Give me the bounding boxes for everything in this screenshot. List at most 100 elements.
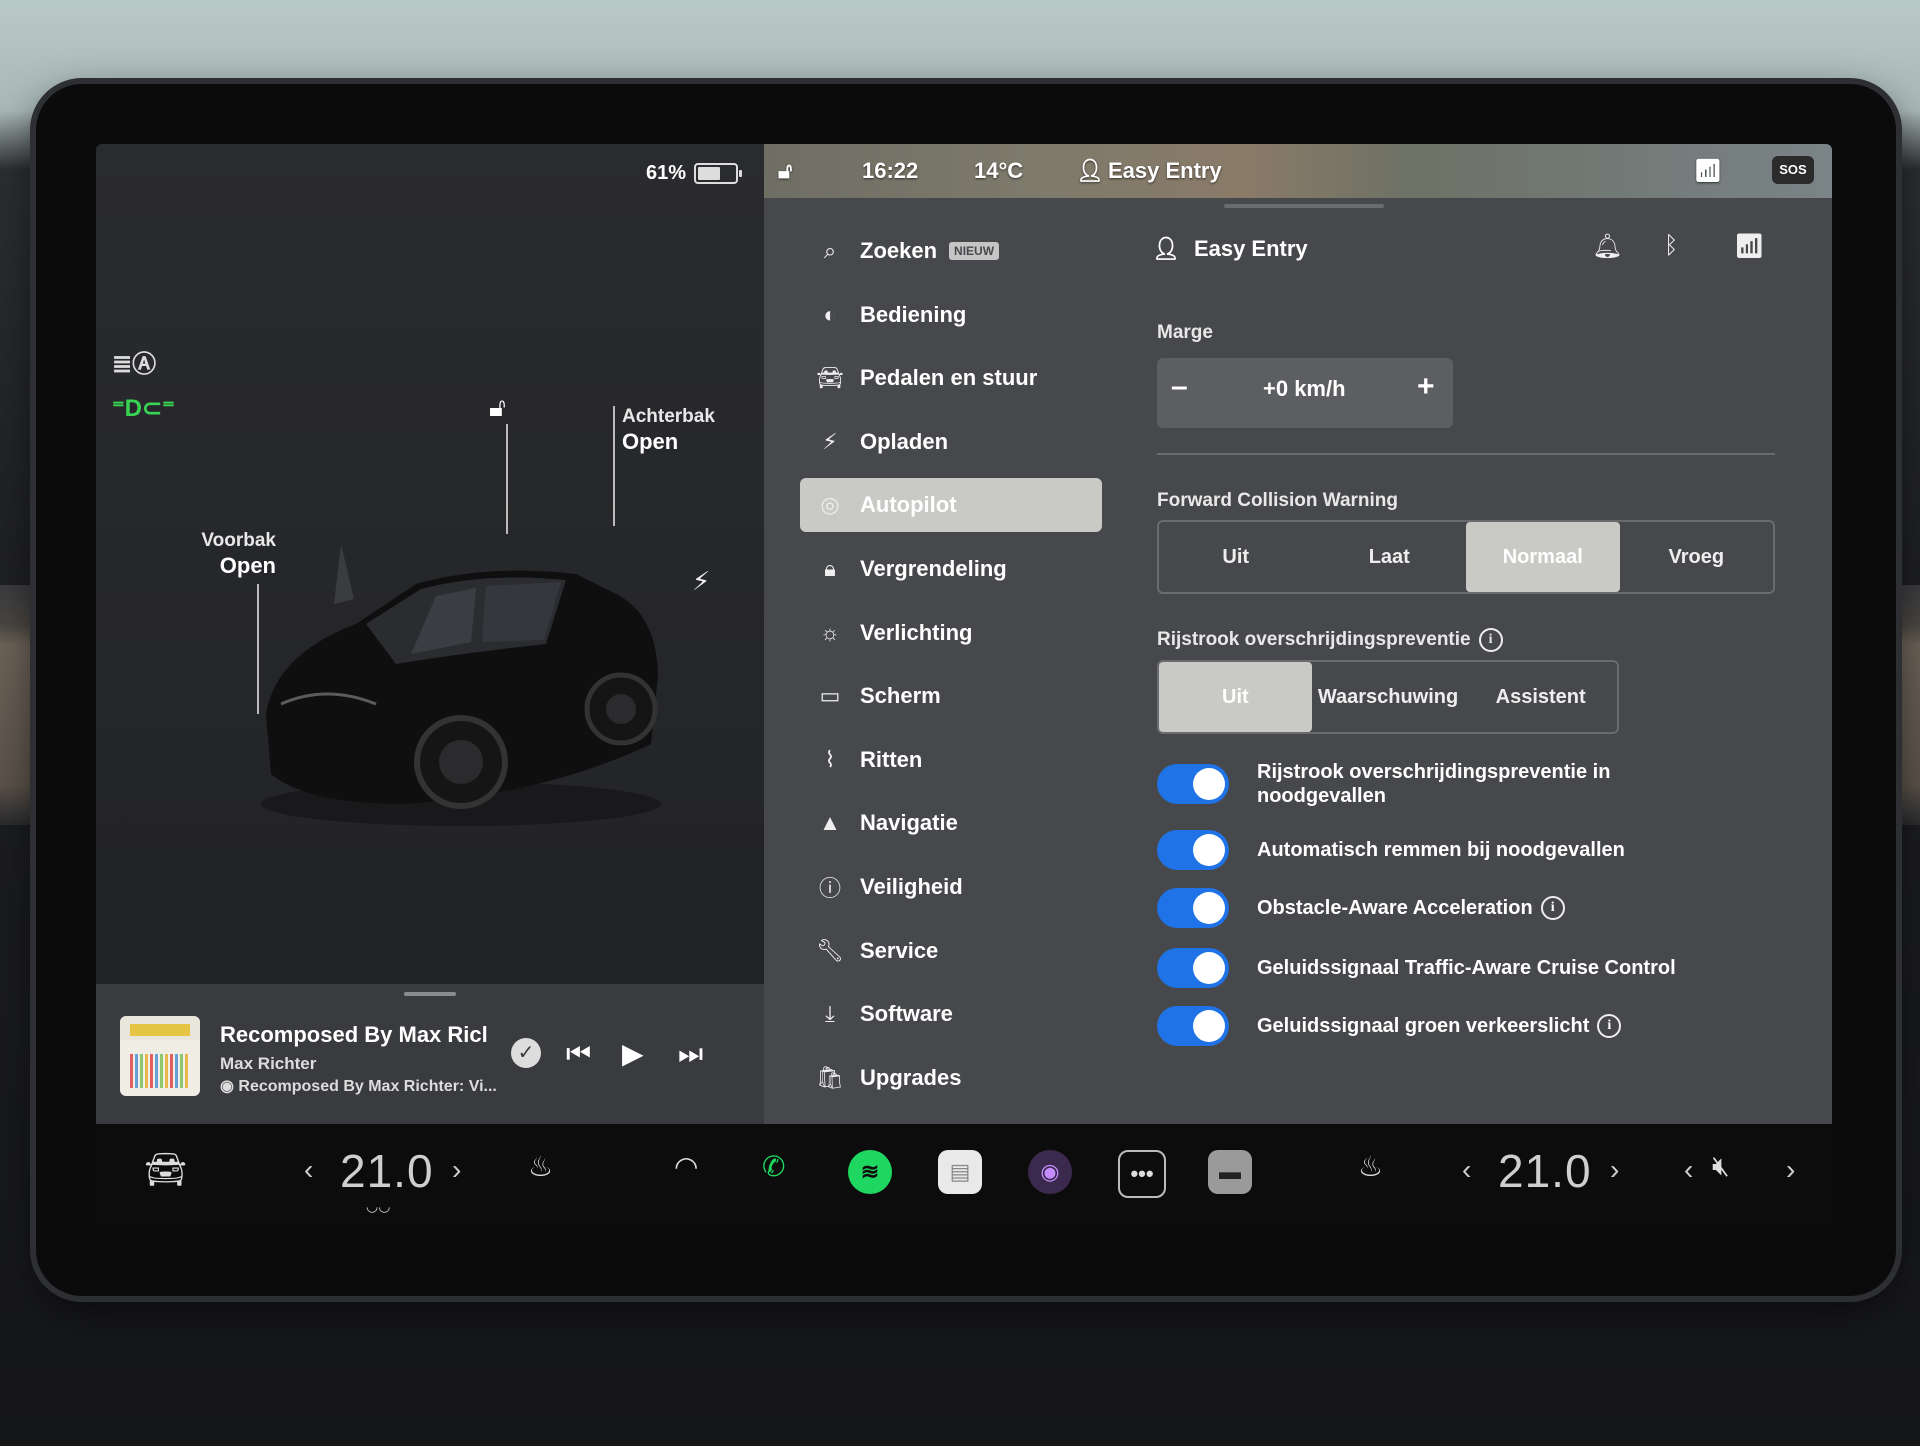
wiper-icon[interactable]: ◠ — [674, 1150, 698, 1183]
toggle-switch[interactable] — [1157, 764, 1229, 804]
more-apps-icon[interactable]: ••• — [1118, 1150, 1166, 1198]
car-icon: 🚘︎ — [816, 365, 844, 391]
bottom-dock: 🚘︎ ‹ 21.0 › ◡◡ ♨︎ ◠ ✆ ≋ ▤ ◉ ••• ▬ ♨︎ ‹ 2… — [96, 1124, 1832, 1224]
profile-icon[interactable]: 👤︎ — [1076, 158, 1104, 184]
track-source-text: Recomposed By Max Richter: Vi... — [238, 1078, 497, 1095]
dashcam-app-icon[interactable]: ▬ — [1208, 1150, 1252, 1194]
mute-icon[interactable]: 🔇︎ — [1712, 1150, 1730, 1183]
wifi-settings-icon[interactable]: 📶︎ — [1734, 232, 1764, 261]
info-icon[interactable]: i — [1478, 628, 1503, 652]
toggle-row: Geluidssignaal Traffic-Aware Cruise Cont… — [1157, 948, 1777, 988]
bag-icon: 🛍︎ — [816, 1064, 844, 1090]
menu-item-pedalen-en-stuur[interactable]: 🚘︎ Pedalen en stuur — [800, 351, 1102, 405]
toggle-label: Geluidssignaal groen verkeerslicht i — [1257, 1014, 1622, 1039]
volume-up-button[interactable]: › — [1786, 1154, 1795, 1186]
fcw-option-vroeg[interactable]: Vroeg — [1620, 522, 1774, 592]
car-icon[interactable]: 🚘︎ — [144, 1150, 187, 1190]
lane-departure-option-uit[interactable]: Uit — [1159, 662, 1312, 732]
toggle-label-text: Geluidssignaal groen verkeerslicht — [1257, 1014, 1590, 1037]
toggle-switch[interactable] — [1157, 1006, 1229, 1046]
seat-heater-right-icon[interactable]: ♨︎ — [1358, 1150, 1383, 1183]
menu-item-label: Veiligheid — [860, 874, 963, 899]
panel-profile[interactable]: 👤︎ Easy Entry — [1152, 236, 1308, 262]
panel-profile-name: Easy Entry — [1193, 236, 1308, 261]
seat-heater-left-icon[interactable]: ♨︎ — [528, 1150, 553, 1183]
car-model-image[interactable] — [246, 504, 676, 834]
menu-item-service[interactable]: 🔧︎ Service — [800, 924, 1102, 978]
temp-right-up-button[interactable]: › — [1610, 1154, 1619, 1186]
leader-line — [613, 406, 615, 526]
panel-drag-handle[interactable] — [1224, 204, 1384, 208]
menu-item-autopilot[interactable]: ◎ Autopilot — [800, 478, 1102, 533]
bluetooth-icon[interactable]: ᛒ — [1664, 232, 1678, 260]
increase-button[interactable]: + — [1417, 370, 1435, 404]
sos-button[interactable]: SOS — [1772, 156, 1814, 184]
decrease-button[interactable]: – — [1171, 370, 1188, 404]
info-icon[interactable]: i — [1597, 1014, 1622, 1039]
car-status-pane: 61% ≣Ⓐ ⁼D⊂⁼ 🔓︎ Voorbak Open Achterbak Op… — [96, 144, 764, 984]
toggle-label: Geluidssignaal Traffic-Aware Cruise Cont… — [1257, 956, 1676, 980]
speed-offset-stepper[interactable]: – +0 km/h + — [1157, 358, 1453, 428]
next-track-icon[interactable]: ⏭︎ — [678, 1040, 703, 1068]
play-icon[interactable]: ▶︎ — [622, 1040, 644, 1068]
previous-track-icon[interactable]: ⏮︎ — [566, 1040, 591, 1068]
driver-profile-button[interactable]: Easy Entry — [1108, 158, 1222, 184]
unlock-icon[interactable]: 🔓︎ — [489, 392, 506, 424]
download-icon: ⤓ — [825, 1001, 835, 1027]
menu-item-ritten[interactable]: ⌇ Ritten — [800, 733, 1102, 787]
sun-icon: ☼ — [819, 619, 841, 645]
spotify-icon[interactable]: ≋ — [848, 1150, 892, 1194]
navigation-icon: ▲ — [819, 810, 841, 836]
auto-headlights-icon[interactable]: ≣Ⓐ — [112, 344, 156, 379]
lane-departure-label-text: Rijstrook overschrijdingspreventie — [1157, 629, 1471, 651]
battery-icon — [694, 163, 743, 184]
fcw-option-laat[interactable]: Laat — [1313, 522, 1467, 592]
passenger-temperature: 21.0 — [1498, 1145, 1592, 1197]
temp-left-down-button[interactable]: ‹ — [304, 1154, 313, 1186]
menu-item-upgrades[interactable]: 🛍︎ Upgrades — [800, 1051, 1102, 1105]
menu-item-label: Zoeken — [860, 238, 938, 263]
menu-item-bediening[interactable]: ◐ Bediening — [800, 288, 1102, 342]
menu-item-vergrendeling[interactable]: 🔒︎ Vergrendeling — [800, 542, 1102, 596]
lane-departure-option-waarschuwing[interactable]: Waarschuwing — [1312, 662, 1465, 732]
toggle-switch[interactable] — [1157, 948, 1229, 988]
parking-lights-icon[interactable]: ⁼D⊂⁼ — [112, 394, 175, 423]
menu-item-verlichting[interactable]: ☼ Verlichting — [800, 606, 1102, 660]
lane-departure-segmented-control[interactable]: Uit Waarschuwing Assistent — [1157, 660, 1619, 734]
like-check-icon[interactable]: ✓ — [511, 1038, 541, 1068]
temp-left-up-button[interactable]: › — [452, 1154, 461, 1186]
defrost-small-icon: ◡◡ — [366, 1198, 391, 1214]
menu-item-label: Service — [860, 937, 939, 963]
fcw-option-uit[interactable]: Uit — [1159, 522, 1313, 592]
fcw-segmented-control[interactable]: Uit Laat Normaal Vroeg — [1157, 520, 1775, 594]
phone-icon[interactable]: ✆ — [762, 1150, 785, 1183]
bell-icon[interactable]: 🔔︎ — [1592, 232, 1622, 261]
menu-item-scherm[interactable]: ▭ Scherm — [800, 669, 1102, 723]
driver-temperature: 21.0 — [340, 1145, 434, 1197]
info-icon[interactable]: i — [1540, 896, 1565, 921]
media-drag-handle[interactable] — [404, 992, 456, 996]
toggle-label: Automatisch remmen bij noodgevallen — [1257, 838, 1625, 862]
toggle-switch[interactable] — [1157, 888, 1229, 928]
notes-app-icon[interactable]: ▤ — [938, 1150, 982, 1194]
menu-item-label: Autopilot — [860, 492, 957, 518]
menu-item-label: Vergrendeling — [860, 556, 1007, 581]
camera-icon[interactable]: ◉ — [1028, 1150, 1072, 1194]
touchscreen: 61% ≣Ⓐ ⁼D⊂⁼ 🔓︎ Voorbak Open Achterbak Op… — [96, 144, 1832, 1224]
volume-down-button[interactable]: ‹ — [1684, 1154, 1693, 1186]
lane-departure-option-assistent[interactable]: Assistent — [1464, 662, 1617, 732]
menu-item-software[interactable]: ⤓ Software — [800, 987, 1102, 1041]
menu-item-veiligheid[interactable]: ⓘ Veiligheid — [800, 860, 1102, 914]
toggle-switch[interactable] — [1157, 830, 1229, 870]
trunk-toggle[interactable]: Achterbak Open — [622, 406, 715, 455]
menu-item-opladen[interactable]: ⚡︎ Opladen — [800, 415, 1102, 469]
safety-icon: ⓘ — [818, 876, 841, 901]
menu-item-navigatie[interactable]: ▲ Navigatie — [800, 796, 1102, 850]
temp-right-down-button[interactable]: ‹ — [1462, 1154, 1471, 1186]
menu-item-zoeken[interactable]: ⌕ Zoeken NIEUW — [800, 224, 1102, 278]
charge-port-icon[interactable]: ⚡︎ — [692, 566, 710, 597]
fcw-option-normaal[interactable]: Normaal — [1466, 522, 1620, 592]
media-player[interactable]: Recomposed By Max Ricl Max Richter ◉ Rec… — [96, 984, 764, 1124]
frunk-toggle[interactable]: Voorbak Open — [156, 530, 276, 579]
lock-status-icon[interactable]: 🔓︎ — [778, 158, 792, 184]
